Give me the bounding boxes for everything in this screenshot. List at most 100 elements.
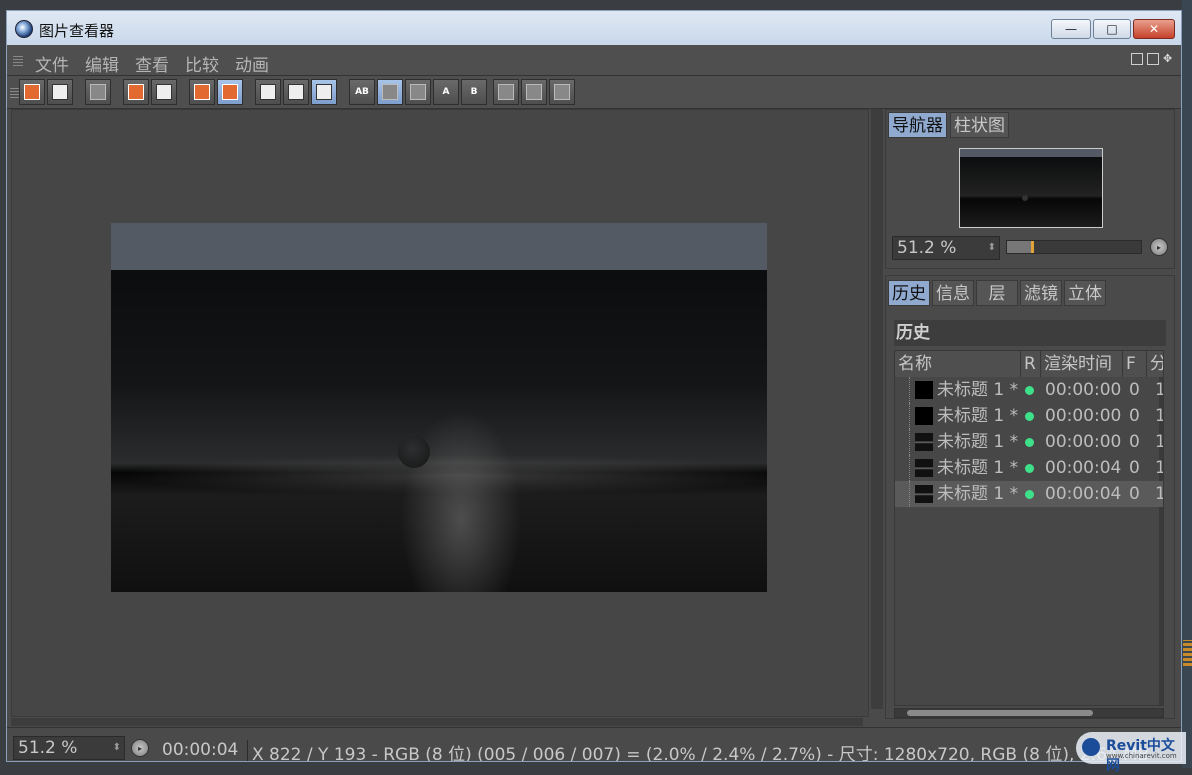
picture-viewer-window: 图片查看器 — □ ✕ 文件 编辑 查看 比较 动画 ✥ ABAB 导航器: [6, 10, 1182, 762]
layout-icons: ✥: [1131, 53, 1175, 65]
history-row[interactable]: 未标题 1 * 00:00:00 01: [895, 377, 1163, 403]
tab-stereo[interactable]: 立体: [1064, 280, 1106, 306]
swap-icon: [382, 84, 398, 100]
navigator-thumbnail[interactable]: [959, 148, 1103, 228]
view-a-button[interactable]: [255, 79, 281, 105]
history-row-name: 未标题 1 *: [937, 380, 1019, 400]
user-icon: [156, 84, 172, 100]
save-icon: [52, 84, 68, 100]
watermark-sub-text: www.chinarevit.com: [1106, 752, 1177, 760]
title-bar[interactable]: 图片查看器 — □ ✕: [7, 11, 1181, 46]
render-region-button[interactable]: [85, 79, 111, 105]
status-play-icon[interactable]: ▸: [131, 739, 149, 757]
navigator-play-icon[interactable]: ▸: [1150, 238, 1168, 256]
layout-2-button[interactable]: [521, 79, 547, 105]
panel-layout-icon[interactable]: [1131, 53, 1143, 65]
history-thumbnail: [915, 459, 933, 477]
menu-edit[interactable]: 编辑: [85, 51, 119, 76]
watermark-logo-icon: [1082, 738, 1100, 756]
open-folder-icon: [24, 84, 40, 100]
compare-ab-button[interactable]: AB: [349, 79, 375, 105]
column-r[interactable]: R: [1021, 351, 1041, 377]
history-scroll-thumb[interactable]: [907, 710, 1093, 716]
tab-filters[interactable]: 滤镜: [1020, 280, 1062, 306]
history-row[interactable]: 未标题 1 * 00:00:04 01: [895, 455, 1163, 481]
history-section-title: 历史: [894, 320, 1166, 346]
history-row-f: 0: [1129, 432, 1140, 452]
status-zoom-field[interactable]: 51.2 % ⬍: [13, 736, 125, 760]
history-row-name: 未标题 1 *: [937, 458, 1019, 478]
tab-history[interactable]: 历史: [888, 280, 930, 306]
toolbar: AB A B: [7, 76, 1181, 109]
layout-1-button[interactable]: [493, 79, 519, 105]
split-ab-button[interactable]: [405, 79, 431, 105]
status-bar: 51.2 % ⬍ ▸ 00:00:04 X 822 / Y 193 - RGB …: [7, 727, 1181, 761]
swap-ab-button[interactable]: [377, 79, 403, 105]
history-horizontal-scrollbar[interactable]: [894, 708, 1164, 718]
app-logo-icon: [15, 20, 33, 38]
viewport-vertical-scrollbar[interactable]: [871, 109, 883, 709]
delete-all-button[interactable]: [217, 79, 243, 105]
history-row-s: 1: [1155, 481, 1163, 507]
layout-icon: [498, 84, 514, 100]
set-a-button[interactable]: A: [433, 79, 459, 105]
navigator-zoom-slider[interactable]: [1006, 240, 1142, 254]
history-row-s: 1: [1155, 429, 1163, 455]
navigator-zoom-value: 51.2 %: [897, 238, 957, 258]
delete-all-icon: [222, 84, 238, 100]
menu-view[interactable]: 查看: [135, 51, 169, 76]
menu-bar: 文件 编辑 查看 比较 动画 ✥: [7, 45, 1181, 76]
copy-button[interactable]: [123, 79, 149, 105]
rendered-image: [111, 223, 767, 592]
delete-button[interactable]: [189, 79, 215, 105]
menu-animation[interactable]: 动画: [235, 51, 269, 76]
panel-split-icon[interactable]: [1147, 53, 1159, 65]
viewport-horizontal-scrollbar[interactable]: [11, 718, 863, 726]
save-file-button[interactable]: [47, 79, 73, 105]
zoom-spin-icon[interactable]: ⬍: [988, 237, 996, 259]
minimize-button[interactable]: —: [1051, 19, 1091, 39]
column-f[interactable]: F: [1123, 351, 1147, 377]
close-button[interactable]: ✕: [1133, 19, 1175, 39]
filter-button[interactable]: [311, 79, 337, 105]
column-name[interactable]: 名称: [895, 351, 1021, 377]
column-s[interactable]: 分: [1147, 351, 1163, 377]
tab-info[interactable]: 信息: [932, 280, 974, 306]
window-title: 图片查看器: [39, 22, 115, 40]
status-zoom-spin-icon[interactable]: ⬍: [113, 737, 121, 759]
menu-file[interactable]: 文件: [35, 51, 69, 76]
navigator-zoom-field[interactable]: 51.2 % ⬍: [892, 236, 1000, 260]
history-row[interactable]: 未标题 1 * 00:00:00 01: [895, 403, 1163, 429]
column-render-time[interactable]: 渲染时间: [1041, 351, 1123, 377]
history-row-time: 00:00:00: [1045, 406, 1122, 426]
delete-icon: [194, 84, 210, 100]
menu-compare[interactable]: 比较: [185, 51, 219, 76]
history-row[interactable]: 未标题 1 * 00:00:04 01: [895, 481, 1163, 507]
history-row-time: 00:00:00: [1045, 380, 1122, 400]
tab-navigator[interactable]: 导航器: [888, 112, 947, 138]
status-pixel-info: X 822 / Y 193 - RGB (8 位) (005 / 006 / 0…: [247, 740, 1149, 761]
tab-layers[interactable]: 层: [976, 280, 1018, 306]
status-render-time: 00:00:04: [162, 740, 239, 760]
history-row-time: 00:00:04: [1045, 458, 1122, 478]
history-row-s: 1: [1155, 455, 1163, 481]
history-row-name: 未标题 1 *: [937, 406, 1019, 426]
open-file-button[interactable]: [19, 79, 45, 105]
view-icon: [288, 84, 304, 100]
move-arrows-icon[interactable]: ✥: [1163, 53, 1175, 65]
b-icon: B: [470, 87, 478, 97]
image-viewport[interactable]: [11, 109, 869, 717]
ab-icon: AB: [355, 87, 369, 97]
layout-icon: [526, 84, 542, 100]
history-row[interactable]: 未标题 1 * 00:00:00 01: [895, 429, 1163, 455]
tab-histogram[interactable]: 柱状图: [950, 112, 1009, 138]
layout-3-button[interactable]: [549, 79, 575, 105]
history-list: 名称 R 渲染时间 F 分 未标题 1 *00:00:0001未标题 1 *00…: [894, 350, 1164, 706]
zoom-slider-handle[interactable]: [1031, 241, 1034, 253]
menu-grip-icon: [13, 54, 23, 66]
maximize-button[interactable]: □: [1093, 19, 1131, 39]
user-button[interactable]: [151, 79, 177, 105]
set-b-button[interactable]: B: [461, 79, 487, 105]
view-icon: [260, 84, 276, 100]
view-b-button[interactable]: [283, 79, 309, 105]
